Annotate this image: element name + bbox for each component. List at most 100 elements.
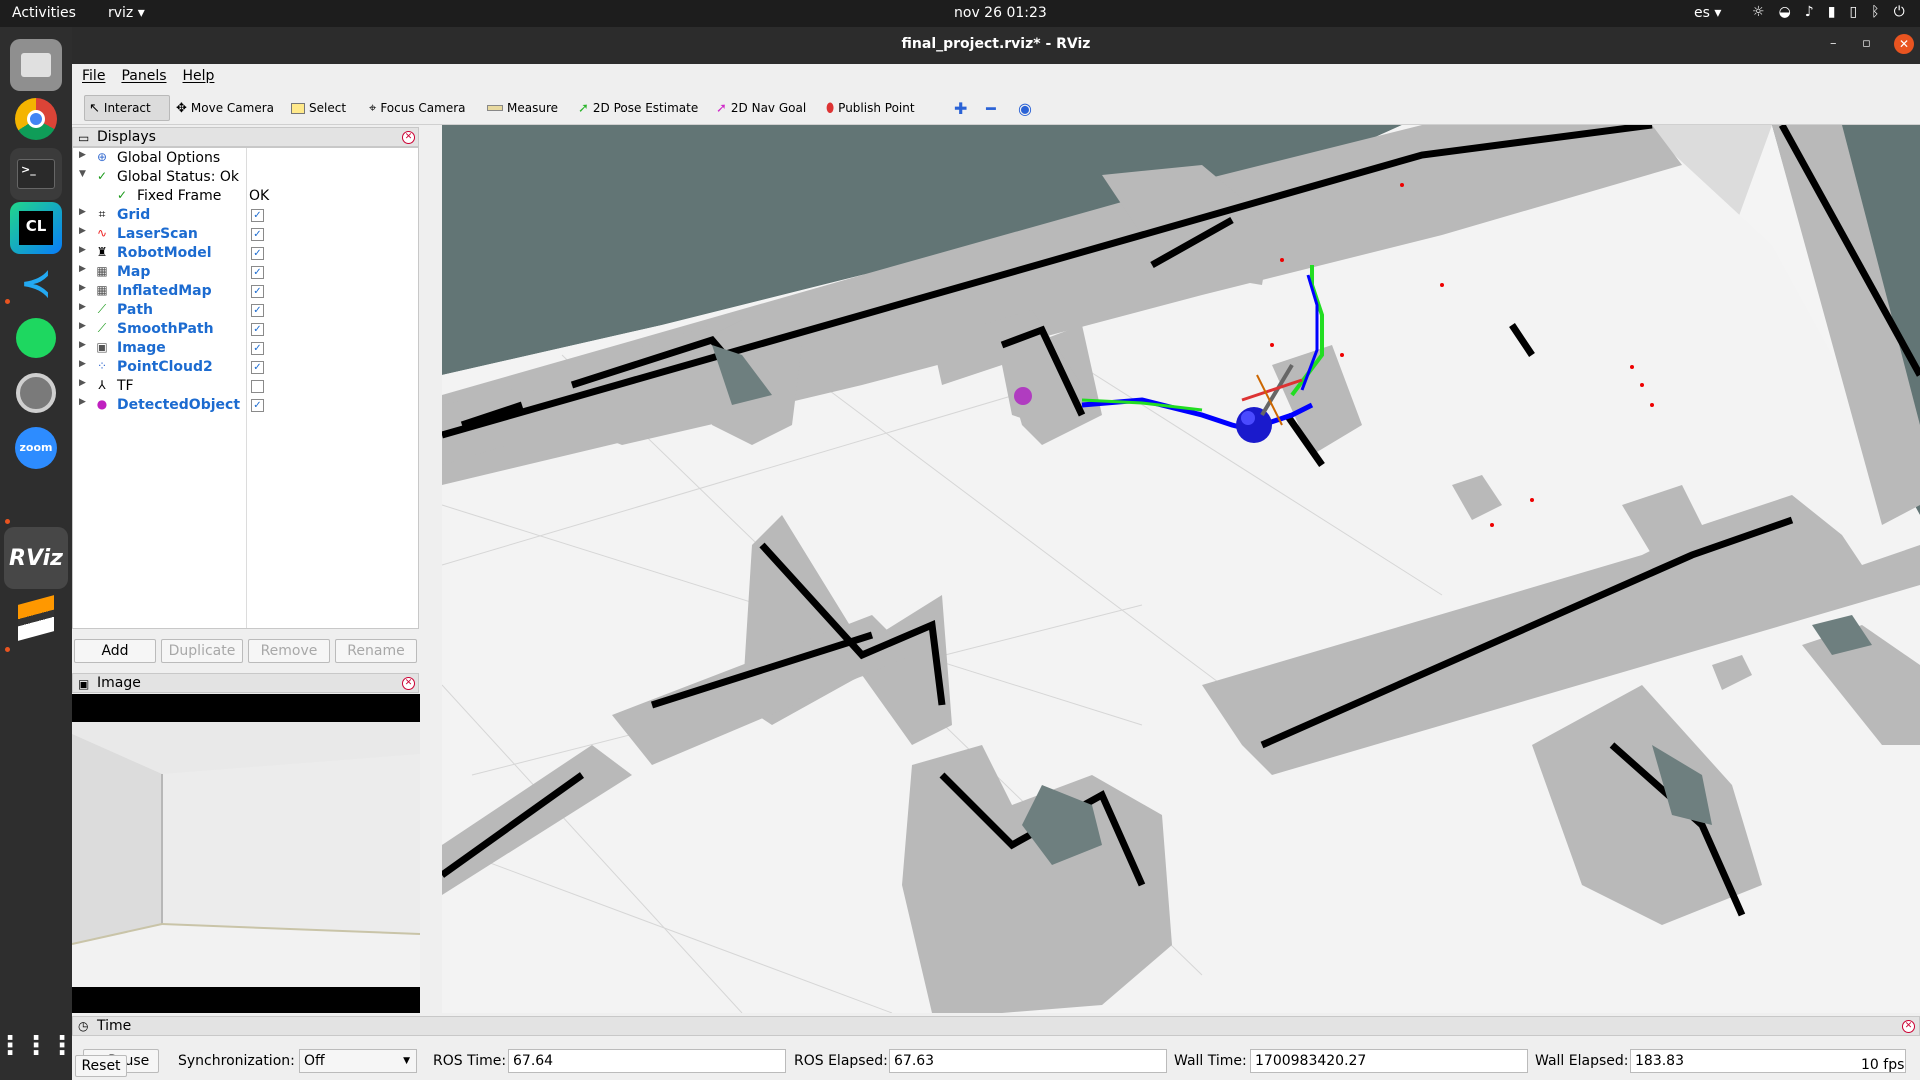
pose-estimate-tool-button[interactable]: ➚ 2D Pose Estimate bbox=[574, 95, 702, 121]
interact-label: Interact bbox=[103, 101, 151, 115]
enable-checkbox[interactable]: ✓ bbox=[251, 285, 264, 298]
menu-file[interactable]: File bbox=[82, 68, 105, 84]
enable-checkbox[interactable]: ✓ bbox=[251, 247, 264, 260]
duplicate-display-button[interactable]: Duplicate bbox=[161, 639, 243, 663]
ros-elapsed-label: ROS Elapsed: bbox=[794, 1053, 888, 1069]
close-panel-icon[interactable]: ✕ bbox=[402, 677, 415, 690]
display-row-map[interactable]: ▶ ▦ Map ✓ bbox=[73, 263, 418, 282]
chrome-app-icon[interactable] bbox=[10, 93, 62, 145]
expand-arrow-icon[interactable]: ▶ bbox=[79, 207, 86, 217]
enable-checkbox[interactable]: ✓ bbox=[251, 342, 264, 355]
display-row-image[interactable]: ▶ ▣ Image ✓ bbox=[73, 339, 418, 358]
display-row-detectedobject[interactable]: ▶ ● DetectedObject ✓ bbox=[73, 396, 418, 415]
measure-label: Measure bbox=[507, 101, 558, 115]
vscode-app-icon[interactable]: ≺ bbox=[10, 257, 62, 309]
clion-app-icon[interactable]: CL bbox=[10, 202, 62, 254]
menu-help[interactable]: Help bbox=[183, 68, 215, 84]
3d-render-viewport[interactable] bbox=[442, 125, 1920, 1013]
expand-arrow-icon[interactable]: ▶ bbox=[79, 321, 86, 331]
enable-checkbox[interactable]: ✓ bbox=[251, 209, 264, 222]
enable-checkbox[interactable]: ✓ bbox=[251, 361, 264, 374]
expand-arrow-icon[interactable]: ▶ bbox=[79, 397, 86, 407]
activities-button[interactable]: Activities bbox=[12, 5, 76, 21]
show-apps-icon[interactable]: ⋮⋮⋮ bbox=[0, 1020, 75, 1072]
display-row-tf[interactable]: ▶ ⅄ TF bbox=[73, 377, 418, 396]
display-row-global-status[interactable]: ▼ ✓ Global Status: Ok bbox=[73, 168, 418, 187]
display-row-path[interactable]: ▶ ⟋ Path ✓ bbox=[73, 301, 418, 320]
ros-elapsed-field[interactable]: 67.63 bbox=[889, 1049, 1167, 1073]
close-panel-icon[interactable]: ✕ bbox=[402, 131, 415, 144]
enable-checkbox[interactable]: ✓ bbox=[251, 266, 264, 279]
expand-arrow-icon[interactable]: ▶ bbox=[79, 264, 86, 274]
enable-checkbox[interactable]: ✓ bbox=[251, 304, 264, 317]
enable-checkbox[interactable]: ✓ bbox=[251, 399, 264, 412]
display-row-fixed-frame[interactable]: ✓ Fixed Frame OK bbox=[73, 187, 418, 206]
settings-app-icon[interactable] bbox=[10, 367, 62, 419]
focus-camera-tool-button[interactable]: ⌖ Focus Camera bbox=[365, 95, 470, 121]
system-tray[interactable]: ☼ ◒ ♪ ▮ ▯ ᛒ ⏻ bbox=[1752, 4, 1905, 20]
files-app-icon[interactable] bbox=[10, 39, 62, 91]
display-row-grid[interactable]: ▶ ⌗ Grid ✓ bbox=[73, 206, 418, 225]
display-label: SmoothPath bbox=[117, 321, 214, 337]
rviz-app-icon[interactable]: RViz bbox=[4, 527, 68, 589]
map-render[interactable] bbox=[442, 125, 1920, 1013]
sync-value: Off bbox=[304, 1053, 325, 1069]
expand-arrow-icon[interactable]: ▶ bbox=[79, 359, 86, 369]
display-row-pointcloud2[interactable]: ▶ ⁘ PointCloud2 ✓ bbox=[73, 358, 418, 377]
select-label: Select bbox=[309, 101, 347, 115]
interact-tool-button[interactable]: ↖ Interact bbox=[84, 95, 170, 121]
close-panel-icon[interactable]: ✕ bbox=[1902, 1020, 1915, 1033]
reset-button[interactable]: Reset bbox=[75, 1055, 127, 1077]
add-display-button[interactable]: Add bbox=[74, 639, 156, 663]
ros-time-field[interactable]: 67.64 bbox=[508, 1049, 786, 1073]
terminal-app-icon[interactable]: >_ bbox=[10, 148, 62, 200]
minimize-icon[interactable]: – bbox=[1830, 36, 1837, 51]
remove-tool-icon[interactable]: ━ bbox=[982, 95, 1000, 121]
display-row-laserscan[interactable]: ▶ ∿ LaserScan ✓ bbox=[73, 225, 418, 244]
publish-point-tool-button[interactable]: ⬮ Publish Point bbox=[822, 95, 919, 121]
expand-arrow-icon[interactable]: ▶ bbox=[79, 283, 86, 293]
expand-arrow-icon[interactable]: ▶ bbox=[79, 226, 86, 236]
running-indicator bbox=[5, 299, 10, 304]
clock[interactable]: nov 26 01:23 bbox=[954, 5, 1047, 21]
select-tool-button[interactable]: Select bbox=[287, 95, 350, 121]
remove-display-button[interactable]: Remove bbox=[248, 639, 330, 663]
measure-tool-button[interactable]: Measure bbox=[483, 95, 562, 121]
app-menu[interactable]: rviz ▾ bbox=[108, 5, 145, 21]
enable-checkbox[interactable]: ✓ bbox=[251, 228, 264, 241]
expand-arrow-icon[interactable]: ▶ bbox=[79, 245, 86, 255]
expand-arrow-icon[interactable]: ▶ bbox=[79, 340, 86, 350]
expand-arrow-icon[interactable]: ▶ bbox=[79, 150, 86, 160]
display-row-robotmodel[interactable]: ▶ ♜ RobotModel ✓ bbox=[73, 244, 418, 263]
collapse-arrow-icon[interactable]: ▼ bbox=[79, 169, 86, 179]
expand-arrow-icon[interactable]: ▶ bbox=[79, 378, 86, 388]
language-indicator[interactable]: es ▾ bbox=[1694, 5, 1721, 21]
add-tool-icon[interactable]: ✚ bbox=[950, 95, 971, 121]
expand-arrow-icon[interactable]: ▶ bbox=[79, 302, 86, 312]
sublime-app-icon[interactable] bbox=[10, 592, 62, 644]
wall-time-field[interactable]: 1700983420.27 bbox=[1250, 1049, 1528, 1073]
display-row-inflatedmap[interactable]: ▶ ▦ InflatedMap ✓ bbox=[73, 282, 418, 301]
enable-checkbox[interactable]: ✓ bbox=[251, 323, 264, 336]
enable-checkbox[interactable] bbox=[251, 380, 264, 393]
path-icon: ⟋ bbox=[97, 321, 107, 335]
zoom-app-icon[interactable]: zoom bbox=[10, 422, 62, 474]
focus-icon: ⌖ bbox=[369, 100, 377, 116]
close-icon[interactable]: ✕ bbox=[1894, 34, 1914, 54]
move-camera-tool-button[interactable]: ✥ Move Camera bbox=[172, 95, 278, 121]
eye-icon[interactable]: ◉ bbox=[1014, 95, 1036, 121]
sync-select[interactable]: Off ▼ bbox=[299, 1049, 417, 1073]
rename-display-button[interactable]: Rename bbox=[335, 639, 417, 663]
display-row-global-options[interactable]: ▶ ⊕ Global Options bbox=[73, 149, 418, 168]
power-icon: ⏻ bbox=[1893, 4, 1905, 20]
menu-panels[interactable]: Panels bbox=[121, 68, 166, 84]
check-icon: ✓ bbox=[96, 169, 108, 183]
ruler-icon bbox=[487, 105, 503, 111]
nav-goal-tool-button[interactable]: ➚ 2D Nav Goal bbox=[712, 95, 810, 121]
maximize-icon[interactable]: ▫ bbox=[1862, 36, 1871, 51]
display-row-smoothpath[interactable]: ▶ ⟋ SmoothPath ✓ bbox=[73, 320, 418, 339]
display-label: RobotModel bbox=[117, 245, 212, 261]
window-titlebar[interactable]: final_project.rviz* - RViz – ▫ ✕ bbox=[72, 27, 1920, 64]
spotify-app-icon[interactable] bbox=[10, 312, 62, 364]
display-label: DetectedObject bbox=[117, 397, 241, 413]
